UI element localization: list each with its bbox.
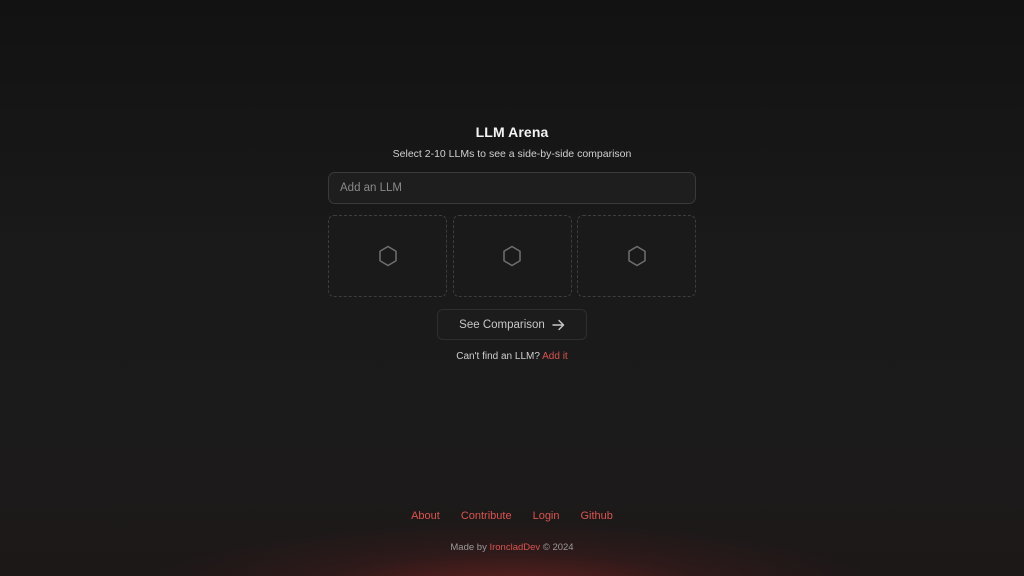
see-comparison-label: See Comparison [459, 318, 545, 331]
footer-nav: About Contribute Login Github [0, 510, 1024, 522]
llm-slot-3[interactable] [577, 215, 696, 297]
add-llm-input[interactable] [328, 172, 696, 204]
llm-slot-2[interactable] [452, 215, 572, 297]
add-it-link[interactable]: Add it [542, 351, 568, 362]
see-comparison-button[interactable]: See Comparison [437, 309, 587, 340]
arrow-right-icon [552, 319, 565, 331]
hexagon-icon [378, 245, 398, 267]
hexagon-icon [627, 245, 647, 267]
footer-link-login[interactable]: Login [533, 510, 560, 522]
credit-prefix: Made by [450, 542, 487, 553]
credit-suffix: © 2024 [542, 542, 574, 553]
footer-credit: Made by IroncladDev © 2024 [0, 542, 1024, 553]
hexagon-icon [502, 245, 522, 267]
page-subtitle: Select 2-10 LLMs to see a side-by-side c… [392, 148, 632, 160]
footer-link-about[interactable]: About [411, 510, 440, 522]
cant-find-hint: Can't find an LLM? Add it [0, 351, 1024, 362]
llm-slots [328, 215, 696, 297]
author-link[interactable]: IroncladDev [489, 542, 540, 553]
page-content: LLM Arena Select 2-10 LLMs to see a side… [0, 0, 1024, 576]
page-title: LLM Arena [475, 124, 549, 140]
footer-link-github[interactable]: Github [581, 510, 613, 522]
hint-text: Can't find an LLM? [456, 351, 540, 362]
footer-link-contribute[interactable]: Contribute [461, 510, 512, 522]
llm-slot-1[interactable] [328, 215, 447, 297]
